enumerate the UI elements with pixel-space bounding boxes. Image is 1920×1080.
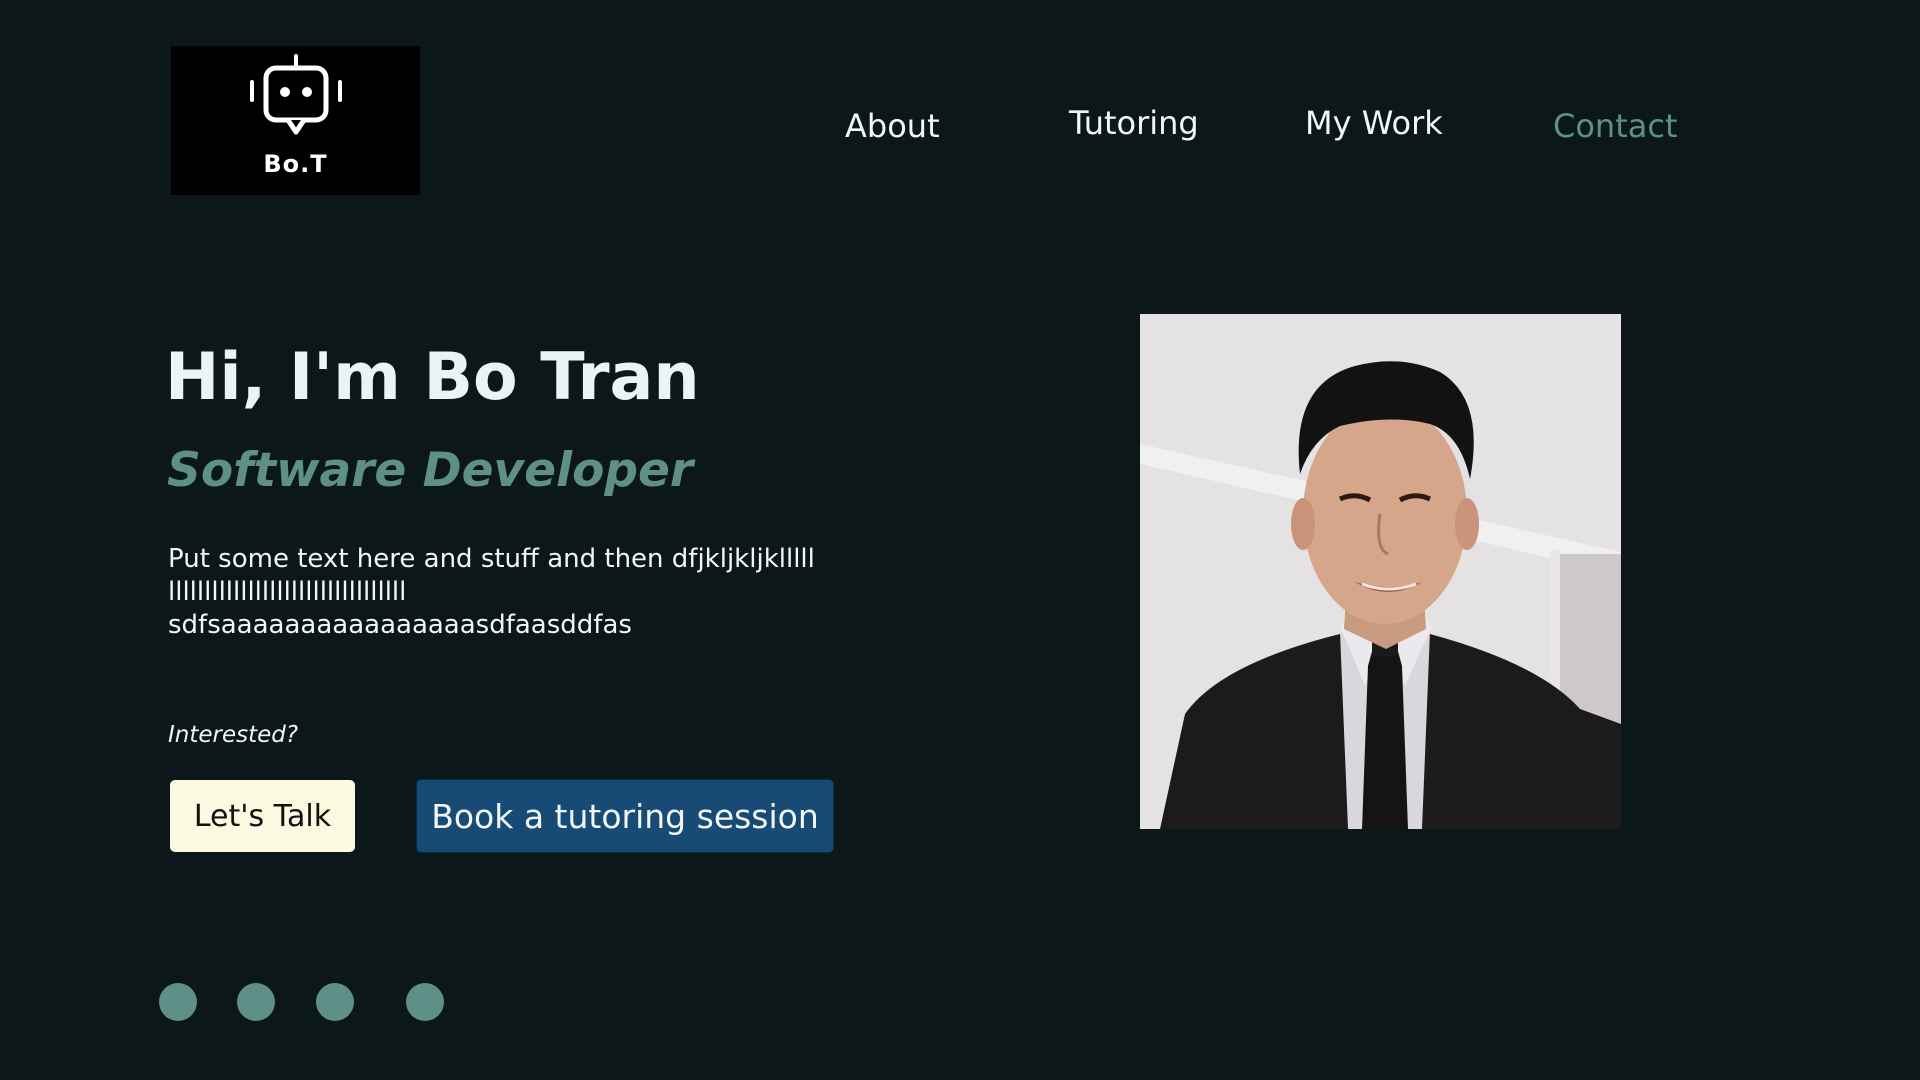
hero-subtitle: Software Developer [167,443,694,498]
logo-text: Bo.T [263,150,328,178]
nav-tutoring[interactable]: Tutoring [1069,104,1199,142]
robot-chat-icon [249,54,342,135]
interested-label: Interested? [168,722,299,748]
hero-description: Put some text here and stuff and then df… [168,543,888,642]
carousel-dot-2[interactable] [237,983,275,1021]
hero-description-line: sdfsaaaaaaaaaaaaaaaasdfaasddfas [168,610,632,640]
nav-contact[interactable]: Contact [1553,107,1678,145]
carousel-dot-3[interactable] [316,983,354,1021]
carousel-dot-4[interactable] [406,983,444,1021]
book-tutoring-button[interactable]: Book a tutoring session [416,779,834,853]
nav-about[interactable]: About [845,107,940,145]
site-logo[interactable]: Bo.T [171,46,420,195]
lets-talk-button[interactable]: Let's Talk [170,780,355,852]
profile-photo-illustration [1140,314,1621,829]
hero-description-line: lllllllllllllllllllllllllllllllll [168,577,407,607]
hero-title: Hi, I'm Bo Tran [165,340,700,415]
hero-description-line: Put some text here and stuff and then df… [168,544,815,574]
profile-photo [1140,314,1621,829]
carousel-dot-1[interactable] [159,983,197,1021]
nav-my-work[interactable]: My Work [1305,104,1443,142]
